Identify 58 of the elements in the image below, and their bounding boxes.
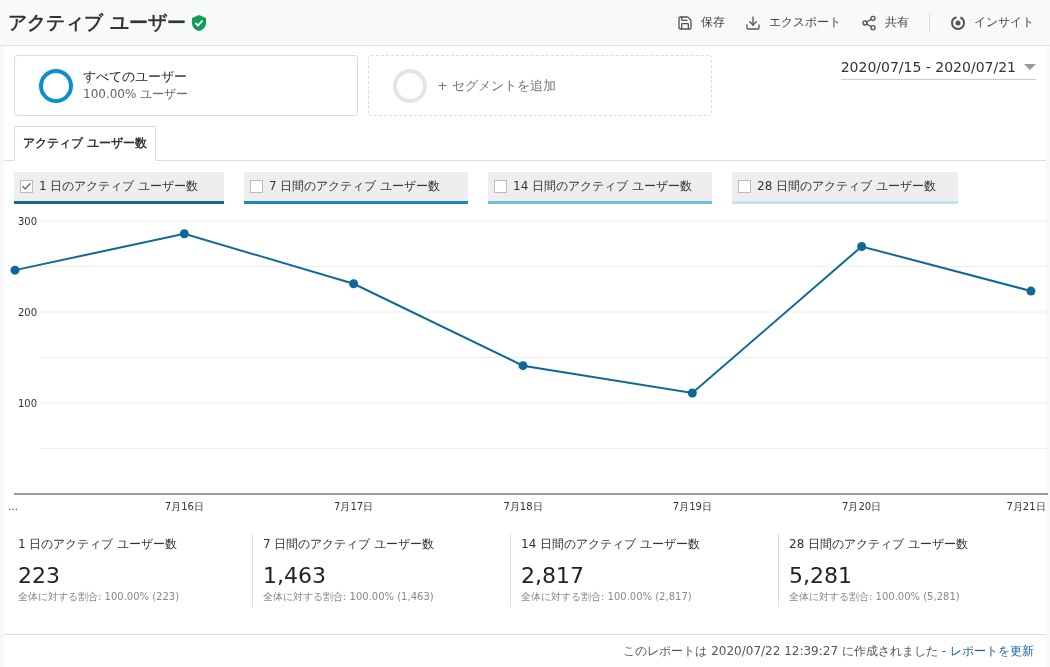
checkbox[interactable]	[738, 180, 751, 193]
export-icon	[745, 14, 761, 31]
x-tick-label: 7月17日	[334, 501, 374, 512]
metric-toggle[interactable]: 14 日間のアクティブ ユーザー数	[488, 172, 712, 204]
y-tick-label: 200	[18, 307, 38, 318]
checkbox[interactable]	[250, 180, 263, 193]
data-point	[518, 361, 528, 371]
summary-share: 全体に対する割合: 100.00% (1,463)	[263, 590, 435, 604]
summary-label: 28 日間のアクティブ ユーザー数	[789, 536, 969, 553]
tab[interactable]: アクティブ ユーザー数	[14, 126, 157, 161]
x-tick-label: 7月19日	[672, 501, 712, 512]
summary-share: 全体に対する割合: 100.00% (2,817)	[521, 590, 693, 604]
caret-icon	[1024, 64, 1036, 70]
metric-toggle[interactable]: 7 日間のアクティブ ユーザー数	[244, 172, 468, 204]
share-icon	[861, 14, 877, 31]
summary-value: 2,817	[521, 563, 585, 588]
insight-icon	[950, 14, 966, 31]
data-point	[1026, 286, 1036, 296]
data-point	[687, 388, 697, 398]
data-point	[857, 242, 867, 251]
checkbox[interactable]	[20, 180, 33, 193]
x-tick-label: 7月18日	[503, 501, 543, 512]
summary-share: 全体に対する割合: 100.00% (5,281)	[789, 590, 961, 604]
page-title: アクティブ ユーザー	[8, 9, 186, 35]
summary-label: 7 日間のアクティブ ユーザー数	[263, 536, 436, 553]
refresh-report-link[interactable]: レポートを更新	[950, 642, 1034, 660]
summary-label: 1 日のアクティブ ユーザー数	[18, 536, 179, 553]
data-point	[179, 229, 189, 239]
x-tick-label: 7月21日	[1006, 501, 1046, 512]
y-tick-label: 100	[18, 398, 38, 409]
date-range-dropdown[interactable]: 2020/07/15 - 2020/07/21	[840, 57, 1036, 80]
x-tick-label: …	[8, 501, 18, 512]
insight-button[interactable]: インサイト	[950, 14, 1034, 31]
summary-value: 223	[18, 563, 61, 588]
save-button[interactable]: 保存	[677, 14, 725, 31]
save-icon	[677, 14, 693, 31]
report-timestamp: このレポートは 2020/07/22 12:39:27 に作成されました -	[623, 642, 946, 660]
metric-toggle[interactable]: 1 日のアクティブ ユーザー数	[14, 172, 224, 204]
x-tick-label: 7月20日	[842, 501, 882, 512]
add-segment-button[interactable]: + セグメントを追加	[368, 55, 712, 116]
share-button[interactable]: 共有	[861, 14, 909, 31]
y-tick-label: 300	[18, 216, 38, 227]
summary-label: 14 日間のアクティブ ユーザー数	[521, 536, 701, 553]
segment-ring-icon	[39, 68, 73, 103]
summary-value: 1,463	[263, 563, 327, 588]
segment-name: すべてのユーザー	[83, 68, 188, 86]
data-point	[10, 265, 20, 275]
x-tick-label: 7月16日	[164, 501, 204, 512]
checkbox[interactable]	[494, 180, 507, 193]
metric-toggle[interactable]: 28 日間のアクティブ ユーザー数	[732, 172, 958, 204]
export-button[interactable]: エクスポート	[745, 14, 841, 31]
summary-share: 全体に対する割合: 100.00% (223)	[18, 590, 181, 604]
segment-card[interactable]: すべてのユーザー 100.00% ユーザー	[14, 55, 358, 116]
segment-ring-icon	[393, 68, 427, 103]
segment-subtitle: 100.00% ユーザー	[83, 86, 189, 103]
segment-name: + セグメントを追加	[437, 76, 557, 95]
summary-value: 5,281	[789, 563, 853, 588]
data-point	[349, 279, 359, 289]
